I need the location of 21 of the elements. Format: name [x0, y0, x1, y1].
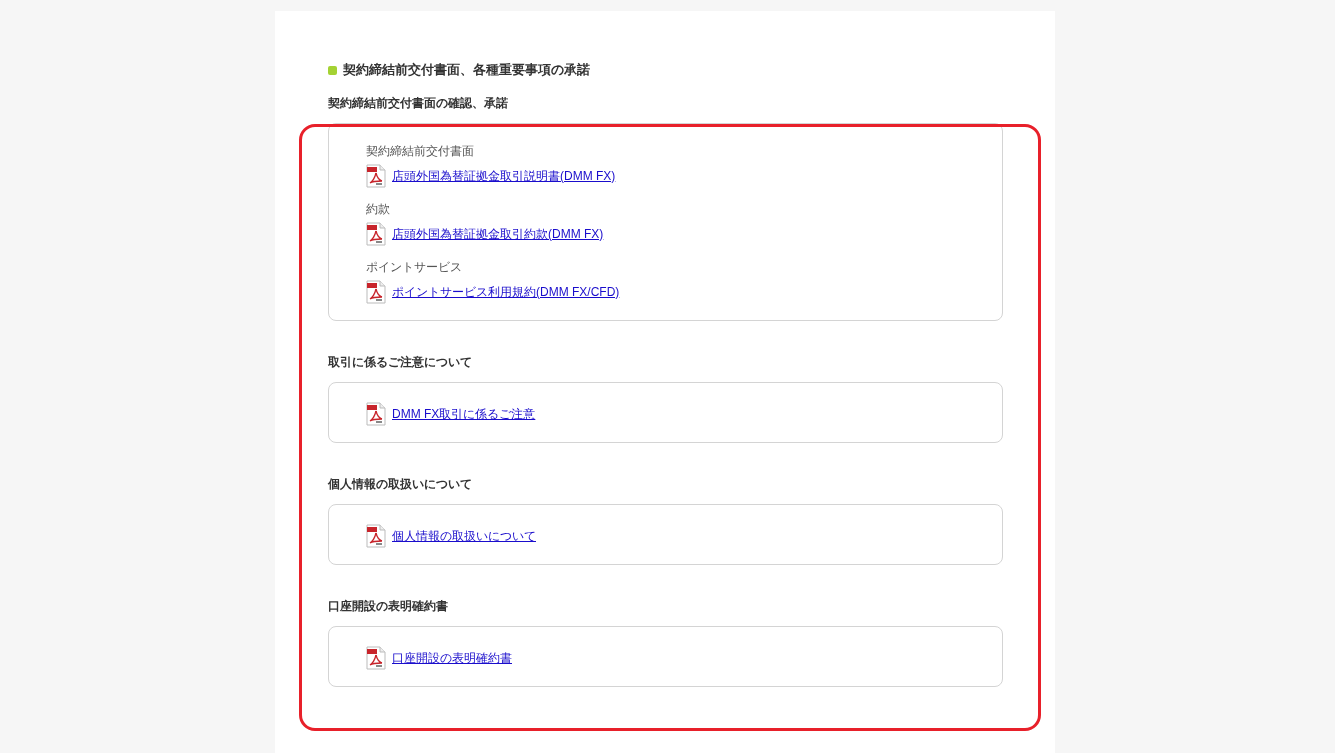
- section-title: 契約締結前交付書面、各種重要事項の承諾: [343, 61, 590, 79]
- document-label: 契約締結前交付書面: [366, 143, 475, 160]
- pdf-file-icon: [366, 646, 386, 670]
- document-link[interactable]: 店頭外国為替証拠金取引約款(DMM FX): [392, 225, 604, 243]
- pdf-file-icon: [366, 164, 386, 188]
- document-link[interactable]: 店頭外国為替証拠金取引説明書(DMM FX): [392, 167, 616, 185]
- square-bullet-icon: [328, 65, 337, 75]
- pdf-file-icon: [366, 222, 386, 246]
- document-label: ポイントサービス: [366, 259, 463, 276]
- subsection-heading: 口座開設の表明確約書: [328, 598, 449, 615]
- document-label: 約款: [366, 201, 391, 218]
- document-link[interactable]: 口座開設の表明確約書: [392, 649, 512, 667]
- document-link[interactable]: DMM FX取引に係るご注意: [392, 405, 536, 423]
- pdf-file-icon: [366, 402, 386, 426]
- pdf-file-icon: [366, 280, 386, 304]
- document-link[interactable]: 個人情報の取扱いについて: [392, 527, 536, 545]
- subsection-heading: 契約締結前交付書面の確認、承諾: [328, 95, 509, 112]
- document-link[interactable]: ポイントサービス利用規約(DMM FX/CFD): [392, 283, 620, 301]
- pdf-file-icon: [366, 524, 386, 548]
- subsection-heading: 個人情報の取扱いについて: [328, 476, 473, 493]
- subsection-heading: 取引に係るご注意について: [328, 354, 473, 371]
